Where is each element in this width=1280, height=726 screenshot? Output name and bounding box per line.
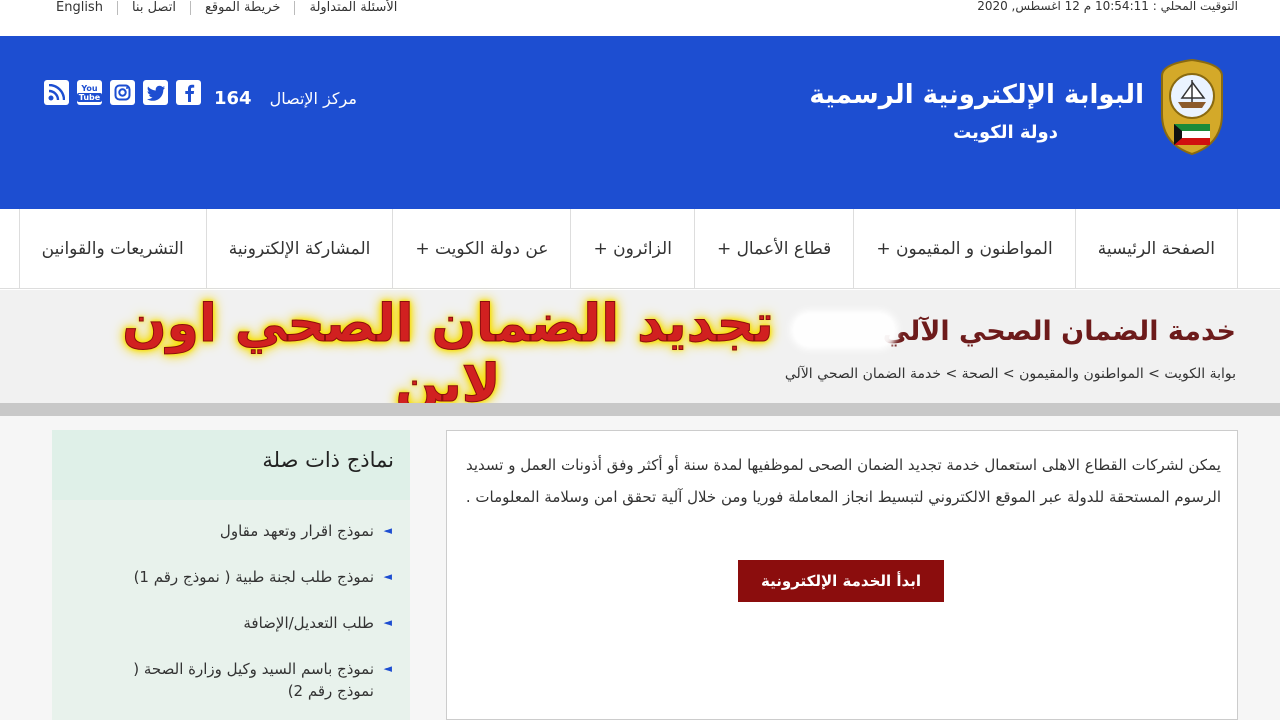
- instagram-icon[interactable]: [110, 80, 135, 105]
- kuwait-emblem-icon[interactable]: [1156, 56, 1228, 156]
- top-links: English اتصل بنا خريطة الموقع الأسئلة ال…: [48, 0, 411, 16]
- nav-item-e-participation[interactable]: المشاركة الإلكترونية: [205, 209, 393, 289]
- local-time-label: التوقيت المحلي :: [1152, 0, 1238, 13]
- rss-icon[interactable]: [44, 80, 69, 105]
- list-item-label[interactable]: طلب التعديل/الإضافة: [243, 614, 374, 632]
- social-icons: You Tube: [44, 80, 201, 105]
- site-title[interactable]: البوابة الإلكترونية الرسمية: [809, 80, 1144, 110]
- related-forms-panel: نماذج ذات صلة ◄ نموذج اقرار وتعهد مقاول ◄…: [52, 430, 410, 720]
- twitter-icon[interactable]: [143, 80, 168, 105]
- service-description: يمكن لشركات القطاع الاهلى استعمال خدمة ت…: [465, 456, 1221, 506]
- nav-items: الصفحة الرئيسية المواطنون و المقيمون + ق…: [18, 209, 1238, 289]
- main-nav: الصفحة الرئيسية المواطنون و المقيمون + ق…: [0, 209, 1280, 289]
- related-forms-title: نماذج ذات صلة: [262, 448, 394, 472]
- site-subtitle: دولة الكويت: [953, 122, 1058, 143]
- english-link[interactable]: English: [48, 1, 118, 15]
- nav-item-business[interactable]: قطاع الأعمال +: [693, 209, 853, 289]
- bullet-arrow-icon: ◄: [383, 570, 392, 583]
- nav-item-home[interactable]: الصفحة الرئيسية: [1074, 209, 1238, 289]
- list-item[interactable]: ◄ نموذج اقرار وتعهد مقاول: [92, 520, 392, 542]
- page-title-banner: خدمة الضمان الصحي الآلي تجديد الضمان الص…: [0, 290, 1280, 415]
- related-forms-list: ◄ نموذج اقرار وتعهد مقاول ◄ نموذج طلب لجنة…: [92, 520, 392, 726]
- list-item[interactable]: ◄ طلب التعديل/الإضافة: [92, 612, 392, 634]
- bullet-arrow-icon: ◄: [383, 662, 392, 675]
- list-item[interactable]: ◄ نموذج طلب لجنة طبية ( نموذج رقم 1): [92, 566, 392, 588]
- contact-us-link[interactable]: اتصل بنا: [118, 1, 191, 15]
- nav-item-visitors[interactable]: الزائرون +: [570, 209, 693, 289]
- site-header: البوابة الإلكترونية الرسمية دولة الكويت …: [0, 36, 1280, 209]
- faq-link[interactable]: الأسئلة المتداولة: [295, 1, 411, 15]
- blur-patch: [790, 310, 898, 350]
- local-time-value: 10:54:11 م 12 اغسطس, 2020: [977, 0, 1149, 13]
- nav-item-citizens-residents[interactable]: المواطنون و المقيمون +: [853, 209, 1074, 289]
- nav-item-legislation[interactable]: التشريعات والقوانين: [18, 209, 206, 289]
- top-utility-bar: English اتصل بنا خريطة الموقع الأسئلة ال…: [0, 0, 1280, 36]
- list-item[interactable]: ◄ نموذج باسم السيد وكيل وزارة الصحة ( نمو…: [92, 658, 392, 702]
- list-item-label[interactable]: نموذج باسم السيد وكيل وزارة الصحة ( نموذ…: [133, 660, 374, 700]
- contact-center: 164 مركز الإتصال: [214, 88, 357, 109]
- list-item-label[interactable]: نموذج اقرار وتعهد مقاول: [220, 522, 374, 540]
- contact-number[interactable]: 164: [214, 88, 252, 109]
- facebook-icon[interactable]: [176, 80, 201, 105]
- contact-label: مركز الإتصال: [269, 89, 357, 108]
- local-time: التوقيت المحلي : 10:54:11 م 12 اغسطس, 20…: [977, 0, 1238, 13]
- bullet-arrow-icon: ◄: [383, 524, 392, 537]
- start-eservice-button[interactable]: ابدأ الخدمة الإلكترونية: [738, 560, 944, 602]
- overlay-headline: تجديد الضمان الصحي اون لاين: [122, 294, 774, 415]
- divider-bar: [0, 403, 1280, 416]
- list-item-label[interactable]: نموذج طلب لجنة طبية ( نموذج رقم 1): [134, 568, 374, 586]
- breadcrumb[interactable]: بوابة الكويت > المواطنون والمقيمون > الص…: [785, 366, 1236, 382]
- bullet-arrow-icon: ◄: [383, 616, 392, 629]
- sitemap-link[interactable]: خريطة الموقع: [191, 1, 296, 15]
- nav-item-about-kuwait[interactable]: عن دولة الكويت +: [392, 209, 570, 289]
- page-title: خدمة الضمان الصحي الآلي: [882, 316, 1236, 347]
- youtube-icon[interactable]: You Tube: [76, 80, 103, 105]
